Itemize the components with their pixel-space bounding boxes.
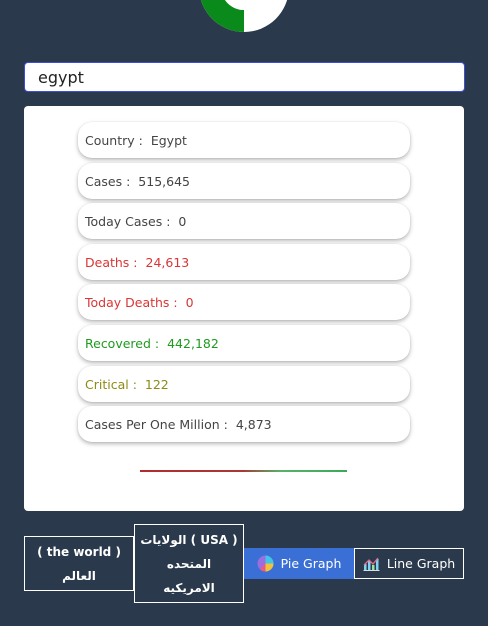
stat-label: Recovered : [85, 335, 160, 351]
stat-value: Egypt [150, 132, 187, 148]
pie-chart-icon [257, 555, 274, 572]
logo [200, 0, 288, 32]
stat-label: Cases : [85, 173, 131, 189]
stat-value: 515,645 [138, 173, 190, 189]
stat-label: Critical : [85, 376, 137, 392]
stat-label: Today Cases : [85, 213, 171, 229]
stat-label: Cases Per One Million : [85, 416, 228, 432]
usa-button[interactable]: الولايات ( USA ) المتحده الامريكيه [134, 524, 244, 603]
world-label-ar: العالم [62, 568, 96, 583]
pie-graph-label: Pie Graph [280, 556, 342, 571]
stat-value: 442,182 [167, 335, 219, 351]
usa-label-1: الولايات ( USA ) [140, 532, 238, 547]
divider [140, 470, 347, 472]
stat-value: 24,613 [145, 254, 190, 270]
stat-country: Country : Egypt [78, 122, 410, 158]
stat-label: Country : [85, 132, 143, 148]
stat-deaths: Deaths : 24,613 [78, 244, 410, 280]
stat-today-cases: Today Cases : 0 [78, 203, 410, 239]
pie-graph-button[interactable]: Pie Graph [244, 548, 354, 579]
line-chart-icon [363, 557, 380, 571]
usa-label-3: الامريكيه [163, 580, 215, 595]
line-graph-label: Line Graph [386, 556, 456, 571]
stat-value: 4,873 [235, 416, 272, 432]
stat-cases: Cases : 515,645 [78, 163, 410, 199]
usa-label-2: المتحده [166, 556, 212, 571]
stat-value: 0 [178, 213, 187, 229]
stat-critical: Critical : 122 [78, 366, 410, 402]
stat-recovered: Recovered : 442,182 [78, 325, 410, 361]
country-search-input[interactable] [24, 62, 465, 92]
stat-label: Today Deaths : [85, 294, 178, 310]
stat-cases-per-million: Cases Per One Million : 4,873 [78, 406, 410, 442]
world-button[interactable]: ( the world ) العالم [24, 536, 134, 591]
stats-panel: Country : Egypt Cases : 515,645 Today Ca… [24, 106, 464, 511]
stat-value: 122 [144, 376, 169, 392]
line-graph-button[interactable]: Line Graph [354, 548, 464, 579]
stat-label: Deaths : [85, 254, 138, 270]
stat-value: 0 [185, 294, 194, 310]
stat-today-deaths: Today Deaths : 0 [78, 284, 410, 320]
world-label-en: ( the world ) [37, 544, 121, 559]
